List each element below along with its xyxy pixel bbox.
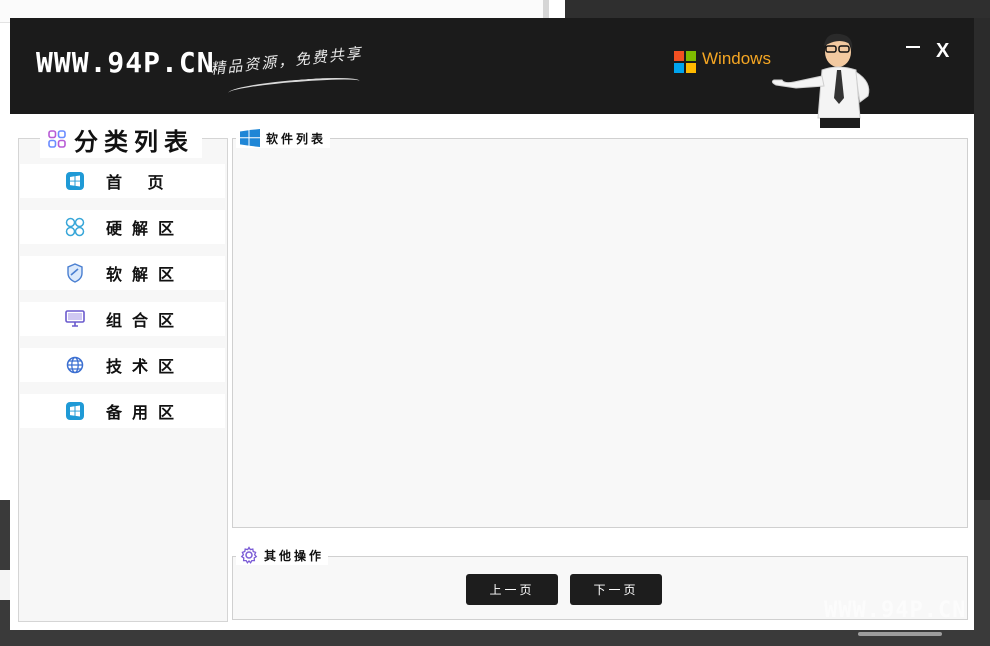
category-panel-title: 分类列表 (74, 127, 194, 156)
mascot-illustration-icon (771, 33, 870, 128)
sidebar-item-tech[interactable]: 技术区 (20, 348, 225, 382)
tagline-swoosh (227, 75, 361, 99)
sidebar-item-hard-decode[interactable]: 硬解区 (20, 210, 225, 244)
other-operations-header: 其他操作 (236, 545, 329, 565)
sidebar-item-label: 硬解区 (106, 219, 185, 238)
sidebar-item-label: 备用区 (106, 403, 185, 422)
main-window: WWW.94P.CN 精品资源，免费共享 Windows X 分类列表 首 页 … (10, 18, 974, 630)
category-list: 首 页 硬解区 软解区 组合区 技术区 备用区 (20, 164, 225, 440)
sidebar-item-label: 软解区 (106, 265, 185, 284)
sidebar-item-label: 首 页 (106, 173, 174, 192)
close-button[interactable]: X (936, 40, 949, 63)
software-list-title: 软件列表 (266, 131, 327, 146)
previous-page-button[interactable]: 上一页 (466, 574, 558, 605)
brand-logo-text: WWW.94P.CN (36, 46, 215, 79)
monitor-icon (64, 308, 86, 330)
sidebar-item-home[interactable]: 首 页 (20, 164, 225, 198)
windows-icon (64, 170, 86, 192)
background-desktop (565, 0, 990, 18)
windows-tile-icon (240, 129, 260, 147)
software-list-header: 软件列表 (236, 128, 331, 148)
category-grid-icon (48, 130, 66, 148)
watermark-text: WWW.94P.CN (824, 598, 967, 623)
sidebar-item-label: 组合区 (106, 311, 185, 330)
title-bar[interactable]: WWW.94P.CN 精品资源，免费共享 Windows X (10, 18, 974, 128)
gear-icon (240, 546, 258, 564)
software-list-panel[interactable] (232, 138, 968, 528)
shield-icon (64, 262, 86, 284)
category-panel-header: 分类列表 (40, 120, 202, 158)
windows-logo-icon (674, 51, 696, 73)
background-window-edge (543, 0, 549, 20)
minimize-button[interactable] (900, 38, 926, 58)
sidebar-item-soft-decode[interactable]: 软解区 (20, 256, 225, 290)
sidebar-item-combo[interactable]: 组合区 (20, 302, 225, 336)
globe-icon (64, 354, 86, 376)
next-page-button[interactable]: 下一页 (570, 574, 662, 605)
grid-icon (64, 216, 86, 238)
sidebar-item-backup[interactable]: 备用区 (20, 394, 225, 428)
windows-icon (64, 400, 86, 422)
other-operations-title: 其他操作 (264, 548, 325, 563)
brand-tagline: 精品资源，免费共享 (209, 44, 364, 78)
watermark-swoosh (858, 632, 942, 636)
sidebar-item-label: 技术区 (106, 357, 185, 376)
background-strip (0, 570, 10, 600)
